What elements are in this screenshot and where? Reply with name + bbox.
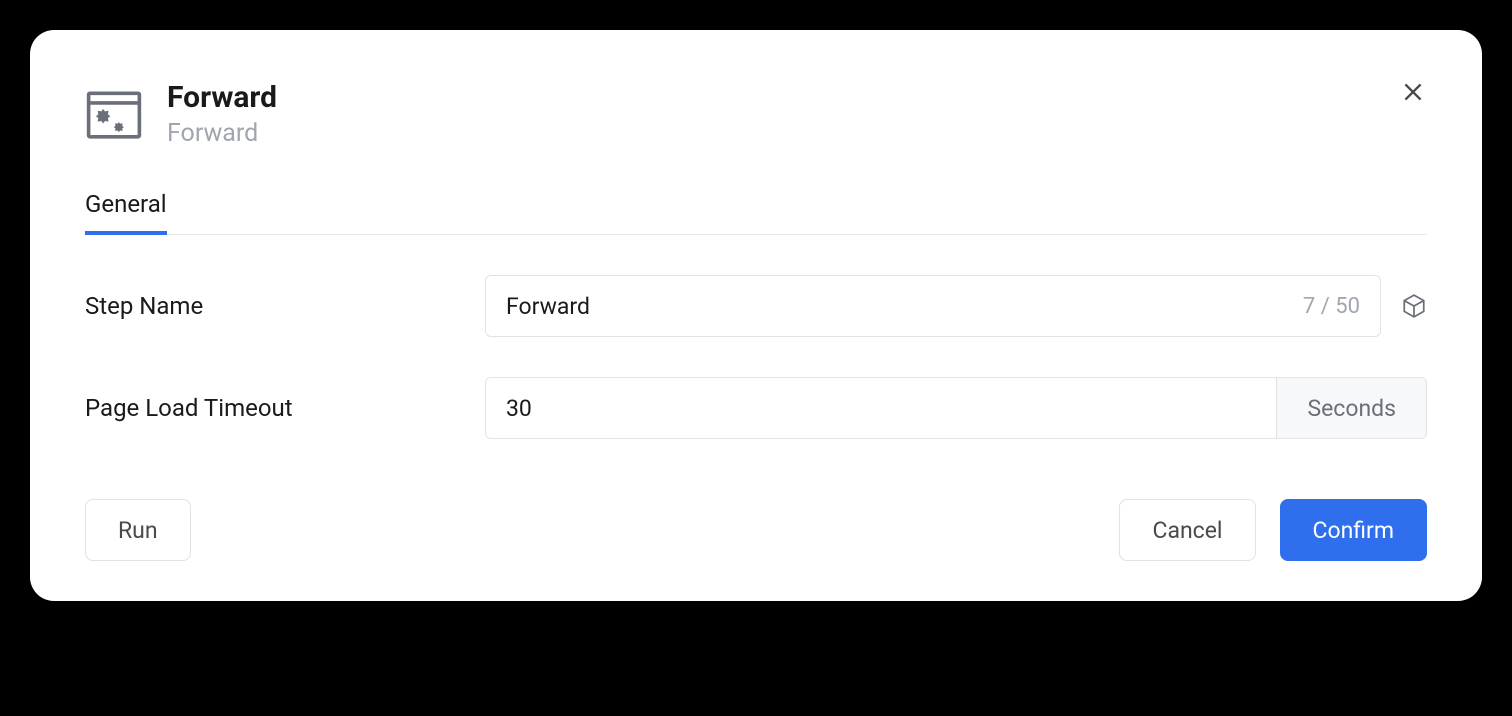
dialog-forward: Forward Forward General Step Name 7 / 50 <box>30 30 1482 601</box>
step-name-char-count: 7 / 50 <box>1303 294 1360 319</box>
step-name-input-container: 7 / 50 <box>485 275 1381 337</box>
run-button[interactable]: Run <box>85 499 191 561</box>
dialog-footer: Run Cancel Confirm <box>85 499 1427 561</box>
row-page-load-timeout: Page Load Timeout Seconds <box>85 377 1427 439</box>
tab-general[interactable]: General <box>85 190 167 234</box>
step-name-label: Step Name <box>85 292 485 320</box>
page-load-timeout-input[interactable] <box>486 378 1276 438</box>
dialog-title: Forward <box>167 80 277 115</box>
step-name-input[interactable] <box>506 293 1303 320</box>
page-load-timeout-unit: Seconds <box>1276 378 1426 438</box>
close-icon <box>1400 79 1426 105</box>
page-load-timeout-group: Seconds <box>485 377 1427 439</box>
tabs: General <box>85 190 1427 235</box>
cube-icon <box>1401 293 1427 319</box>
browser-settings-icon <box>85 86 143 144</box>
header-text: Forward Forward <box>167 80 277 148</box>
dialog-subtitle: Forward <box>167 119 277 148</box>
close-button[interactable] <box>1399 78 1427 106</box>
variable-icon[interactable] <box>1401 293 1427 319</box>
row-step-name: Step Name 7 / 50 <box>85 275 1427 337</box>
dialog-header: Forward Forward <box>85 80 1427 148</box>
page-load-timeout-label: Page Load Timeout <box>85 394 485 422</box>
footer-right: Cancel Confirm <box>1119 499 1427 561</box>
cancel-button[interactable]: Cancel <box>1119 499 1255 561</box>
confirm-button[interactable]: Confirm <box>1280 499 1428 561</box>
step-name-input-wrapper: 7 / 50 <box>485 275 1427 337</box>
